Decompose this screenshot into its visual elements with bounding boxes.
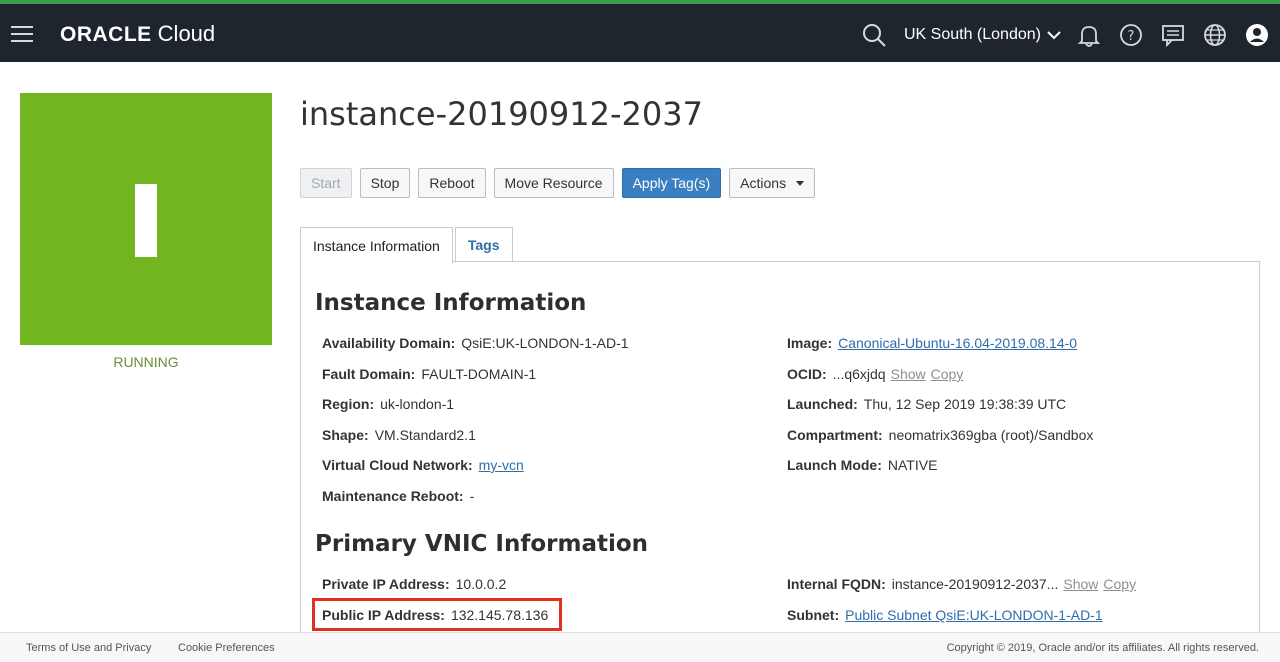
actions-dropdown[interactable]: Actions	[729, 168, 816, 198]
brand-cloud: Cloud	[157, 21, 216, 46]
internal-fqdn-field: Internal FQDN: instance-20190912-2037... S…	[787, 576, 1136, 592]
field-label: Availability Domain:	[322, 335, 456, 351]
field-label: Launch Mode:	[787, 457, 882, 473]
start-button[interactable]: Start	[300, 168, 352, 198]
region-field: Region: uk-london-1	[322, 396, 454, 412]
globe-icon[interactable]	[1202, 22, 1228, 48]
field-value: FAULT-DOMAIN-1	[421, 366, 537, 382]
fault-domain-field: Fault Domain: FAULT-DOMAIN-1	[322, 366, 536, 382]
help-icon[interactable]: ?	[1118, 22, 1144, 48]
field-value: instance-20190912-2037...	[891, 576, 1059, 592]
field-label: Maintenance Reboot:	[322, 488, 464, 504]
field-value: NATIVE	[887, 457, 938, 473]
top-navigation-bar: ORACLE Cloud UK South (London) ?	[0, 0, 1280, 62]
user-icon[interactable]	[1244, 22, 1270, 48]
terms-link[interactable]: Terms of Use and Privacy	[26, 642, 151, 654]
instance-information-heading: Instance Information	[315, 290, 587, 316]
field-value: QsiE:UK-LONDON-1-AD-1	[461, 335, 629, 351]
bell-icon[interactable]	[1076, 22, 1102, 48]
search-icon[interactable]	[861, 22, 887, 48]
field-label: OCID:	[787, 366, 827, 382]
apply-tags-button[interactable]: Apply Tag(s)	[621, 168, 722, 198]
field-value: 10.0.0.2	[455, 576, 507, 592]
subnet-link[interactable]: Public Subnet QsiE:UK-LONDON-1-AD-1	[845, 607, 1103, 623]
field-label: Fault Domain:	[322, 366, 416, 382]
copyright-text: Copyright © 2019, Oracle and/or its affi…	[946, 642, 1259, 654]
reboot-button[interactable]: Reboot	[418, 168, 486, 198]
launch-mode-field: Launch Mode: NATIVE	[787, 457, 937, 473]
instance-status-tile	[20, 93, 272, 345]
field-label: Shape:	[322, 427, 369, 443]
field-label: Region:	[322, 396, 375, 412]
footer: Terms of Use and Privacy Cookie Preferen…	[0, 632, 1280, 662]
field-label: Image:	[787, 335, 833, 351]
fqdn-copy-link[interactable]: Copy	[1103, 576, 1136, 592]
image-field: Image: Canonical-Ubuntu-16.04-2019.08.14-…	[787, 335, 1077, 351]
field-label: Internal FQDN:	[787, 576, 886, 592]
chat-icon[interactable]	[1160, 22, 1186, 48]
field-label: Private IP Address:	[322, 576, 450, 592]
private-ip-field: Private IP Address: 10.0.0.2	[322, 576, 506, 592]
field-label: Launched:	[787, 396, 858, 412]
field-value: Thu, 12 Sep 2019 19:38:39 UTC	[863, 396, 1067, 412]
field-value: VM.Standard2.1	[374, 427, 476, 443]
ocid-show-link[interactable]: Show	[891, 366, 926, 382]
primary-vnic-heading: Primary VNIC Information	[315, 531, 649, 557]
svg-text:?: ?	[1128, 29, 1135, 44]
region-selector[interactable]: UK South (London)	[904, 26, 1061, 44]
instance-status-label: RUNNING	[113, 354, 179, 370]
instance-icon	[135, 184, 157, 257]
instance-toolbar: Start Stop Reboot Move Resource Apply Ta…	[300, 168, 823, 198]
field-label: Virtual Cloud Network:	[322, 457, 473, 473]
vcn-field: Virtual Cloud Network: my-vcn	[322, 457, 524, 473]
launched-field: Launched: Thu, 12 Sep 2019 19:38:39 UTC	[787, 396, 1066, 412]
field-label: Compartment:	[787, 427, 883, 443]
menu-icon[interactable]	[11, 26, 33, 42]
move-resource-button[interactable]: Move Resource	[493, 168, 614, 198]
ocid-field: OCID: ...q6xjdq Show Copy	[787, 366, 963, 382]
image-link[interactable]: Canonical-Ubuntu-16.04-2019.08.14-0	[838, 335, 1077, 351]
actions-label: Actions	[740, 175, 787, 191]
maintenance-reboot-field: Maintenance Reboot: -	[322, 488, 474, 504]
field-label: Subnet:	[787, 607, 840, 623]
availability-domain-field: Availability Domain: QsiE:UK-LONDON-1-AD-…	[322, 335, 629, 351]
caret-down-icon	[796, 180, 805, 186]
brand-oracle: ORACLE	[60, 23, 152, 46]
field-value: uk-london-1	[380, 396, 455, 412]
cookie-preferences-link[interactable]: Cookie Preferences	[178, 642, 275, 654]
compartment-field: Compartment: neomatrix369gba (root)/Sandb…	[787, 427, 1093, 443]
vcn-link[interactable]: my-vcn	[479, 457, 524, 473]
tab-panel	[300, 261, 1260, 651]
fqdn-show-link[interactable]: Show	[1063, 576, 1098, 592]
ocid-copy-link[interactable]: Copy	[931, 366, 964, 382]
field-value: -	[469, 488, 475, 504]
region-label: UK South (London)	[904, 26, 1041, 43]
tab-tags[interactable]: Tags	[454, 227, 513, 262]
field-value: neomatrix369gba (root)/Sandbox	[888, 427, 1094, 443]
subnet-field: Subnet: Public Subnet QsiE:UK-LONDON-1-AD…	[787, 607, 1103, 623]
tab-instance-information[interactable]: Instance Information	[300, 227, 453, 263]
shape-field: Shape: VM.Standard2.1	[322, 427, 476, 443]
page-title: instance-20190912-2037	[300, 95, 703, 133]
public-ip-highlight	[312, 598, 562, 631]
oracle-cloud-logo[interactable]: ORACLE Cloud	[60, 21, 215, 49]
field-value: ...q6xjdq	[832, 366, 886, 382]
tab-bar: Instance Information Tags	[300, 227, 515, 263]
stop-button[interactable]: Stop	[359, 168, 411, 198]
chevron-down-icon	[1047, 31, 1061, 40]
